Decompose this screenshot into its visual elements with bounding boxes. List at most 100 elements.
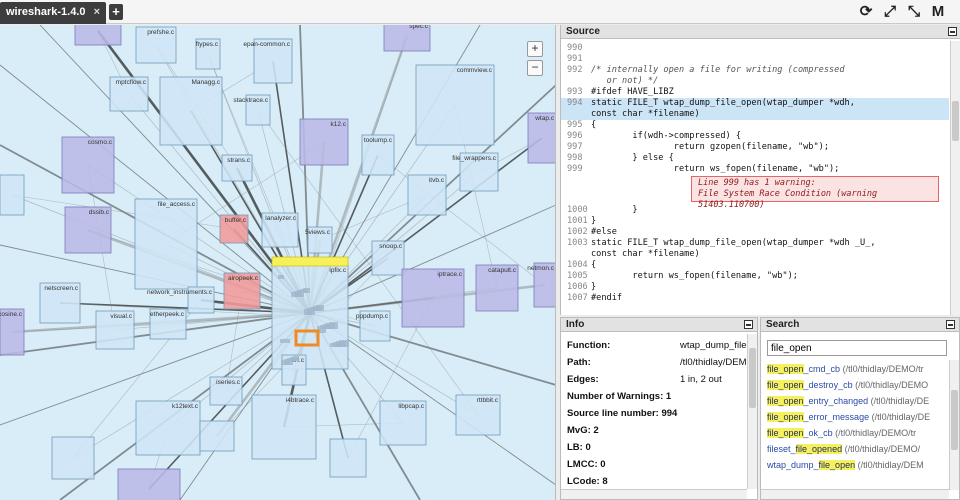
minimize-icon[interactable] — [948, 27, 957, 36]
search-result[interactable]: file_open_entry_changed (/tl0/thidlay/DE — [767, 396, 947, 410]
info-panel: Info Function: wtap_dump_file Path: /tl0/th… — [560, 317, 758, 500]
line-text: return ws_fopen(filename, "wb"); — [591, 271, 798, 281]
subgraph-node — [339, 340, 349, 347]
result-m: file_open — [767, 428, 804, 438]
search-hscrollbar[interactable] — [761, 489, 949, 499]
refresh-icon[interactable]: ⟳ — [856, 3, 876, 21]
graph-edge — [11, 194, 235, 230]
line-number: 998 — [567, 153, 583, 163]
result-m: file_open — [767, 380, 804, 390]
graph-node[interactable] — [117, 468, 181, 500]
code-line[interactable]: 1004{ — [561, 260, 949, 271]
search-result[interactable]: file_open_cmd_cb (/tl0/thidlay/DEMO/tr — [767, 364, 947, 378]
collapse-icon[interactable]: ⤡ — [904, 3, 924, 21]
info-scroll-thumb[interactable] — [749, 348, 756, 408]
info-key: LB: 0 — [567, 442, 591, 453]
code-line[interactable]: 996 if(wdh->compressed) { — [561, 131, 949, 142]
graph-node[interactable] — [415, 64, 495, 146]
code-line[interactable]: 1001} — [561, 216, 949, 227]
code-line[interactable]: 1003 static FILE_T wtap_dump_file_open(wt… — [561, 238, 949, 249]
graph-node[interactable] — [51, 436, 95, 480]
graph-node[interactable] — [329, 438, 367, 478]
graph-node-label: etherpeek.c — [150, 311, 185, 318]
graph-node[interactable] — [271, 264, 349, 370]
graph-node[interactable] — [251, 394, 317, 460]
graph-node-label: Managg.c — [191, 79, 220, 86]
warning-tooltip: Line 999 has 1 warning: File System Race … — [691, 176, 939, 210]
result-m: file_open — [818, 460, 856, 470]
line-text: or not) */ — [591, 76, 659, 86]
graph-node-label: iptrace.c — [437, 271, 462, 278]
subgraph-node — [278, 275, 284, 279]
info-key: LCode: 8 — [567, 476, 608, 487]
code-line[interactable]: 1002 #else — [561, 227, 949, 238]
graph-node[interactable] — [0, 174, 25, 216]
graph-node-label: spec.c — [409, 25, 429, 30]
graph-node-label: lanalyzer.c — [265, 215, 296, 222]
graph-node[interactable] — [199, 420, 235, 452]
tab-close-icon[interactable]: × — [94, 6, 100, 18]
code-line[interactable]: 1005 return ws_fopen(filename, "wb"); — [561, 271, 949, 282]
result-post: _error_message — [803, 412, 870, 422]
info-value: /tl0/thidlay/DEM — [680, 357, 747, 368]
code-line[interactable]: 995 { — [561, 120, 949, 131]
code-line[interactable]: 994 static FILE_T wtap_dump_file_open(wta… — [561, 98, 949, 109]
code-line[interactable]: 998 } else { — [561, 153, 949, 164]
info-scrollbar[interactable] — [747, 334, 757, 489]
code-line[interactable]: 1007 #endif — [561, 293, 949, 304]
code-line[interactable]: const char *filename) — [561, 249, 949, 260]
line-text: if(wdh->compressed) { — [591, 131, 742, 141]
search-scrollbar[interactable] — [949, 360, 959, 490]
result-post: _entry_changed — [803, 396, 869, 406]
info-key: Edges: — [567, 374, 599, 385]
search-scroll-thumb[interactable] — [951, 390, 958, 450]
zoom-out-button[interactable]: − — [527, 60, 543, 76]
code-line[interactable]: or not) */ — [561, 76, 949, 87]
tab-title: wireshark-1.4.0 — [6, 6, 86, 18]
source-scroll-thumb[interactable] — [952, 101, 959, 141]
info-key: Path: — [567, 357, 591, 368]
code-line[interactable]: 993 #ifdef HAVE_LIBZ — [561, 87, 949, 98]
graph-svg[interactable]: ber.c prefshe.c ftypes.c epan-common.c spec.… — [0, 25, 556, 500]
code-line[interactable]: 992 /* internally open a file for writing… — [561, 65, 949, 76]
line-text: } — [591, 216, 597, 226]
search-result[interactable]: fileset_file_opened (/tl0/thidlay/DEMO/ — [767, 444, 947, 458]
line-number: 994 — [567, 98, 583, 108]
graph-node[interactable] — [134, 198, 198, 290]
minimize-icon[interactable] — [744, 320, 753, 329]
graph-node[interactable] — [74, 25, 122, 46]
graph-node-label: i4btrace.c — [286, 397, 315, 404]
graph-node[interactable] — [159, 76, 223, 146]
line-number: 1007 — [567, 293, 588, 303]
minimize-icon[interactable] — [946, 320, 955, 329]
result-post: _destroy_cb — [803, 380, 853, 390]
zoom-in-button[interactable]: + — [527, 41, 543, 57]
graph-node-label: 5views.c — [305, 229, 331, 236]
code-line[interactable]: 999 return ws_fopen(filename, "wb"); — [561, 164, 949, 175]
line-number: 1004 — [567, 260, 588, 270]
search-result[interactable]: file_open_ok_cb (/tl0/thidlay/DEMO/tr — [767, 428, 947, 442]
search-panel: Search file_open_cmd_cb (/tl0/thidlay/DE… — [760, 317, 960, 500]
hub-label-bg — [271, 256, 349, 267]
tab-wireshark[interactable]: wireshark-1.4.0 × — [0, 2, 106, 24]
expand-icon[interactable]: ⤢ — [880, 3, 900, 21]
search-result[interactable]: file_open_error_message (/tl0/thidlay/DE — [767, 412, 947, 426]
graph-node-label: strans.c — [227, 157, 251, 164]
search-result[interactable]: file_open_destroy_cb (/tl0/thidlay/DEMO — [767, 380, 947, 394]
source-scrollbar[interactable] — [950, 41, 960, 315]
code-line[interactable]: 990 — [561, 43, 949, 54]
source-code[interactable]: 990 991 992 /* internally open a file for w… — [561, 41, 949, 315]
code-line[interactable]: 1006} — [561, 282, 949, 293]
m-button[interactable]: M — [928, 3, 948, 21]
search-input[interactable] — [767, 340, 947, 356]
subgraph-node — [303, 288, 310, 293]
code-line[interactable]: 991 — [561, 54, 949, 65]
new-tab-button[interactable]: + — [109, 4, 123, 20]
search-result[interactable]: wtap_dump_file_open (/tl0/thidlay/DEM — [767, 460, 947, 474]
code-line[interactable]: const char *filename) — [561, 109, 949, 120]
result-path: (/tl0/thidlay/DEM — [855, 460, 924, 470]
code-line[interactable]: 1000 } — [561, 205, 949, 216]
info-hscrollbar[interactable] — [561, 489, 747, 499]
code-line[interactable]: 997 return gzopen(filename, "wb"); — [561, 142, 949, 153]
call-graph-canvas[interactable]: ber.c prefshe.c ftypes.c epan-common.c spec.… — [0, 25, 556, 500]
